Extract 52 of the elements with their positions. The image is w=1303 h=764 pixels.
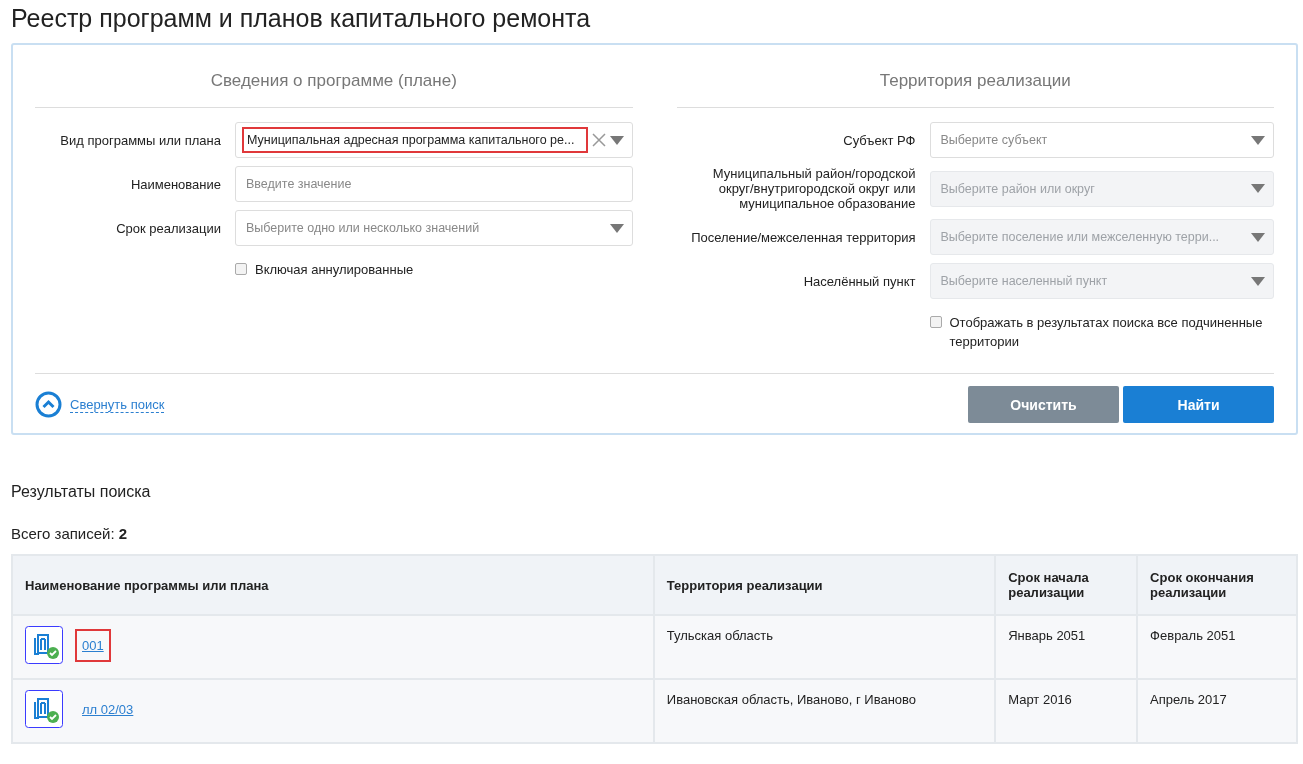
select-field[interactable]: Выберите субъект	[929, 122, 1274, 158]
table-cell: Тульская область	[653, 615, 996, 679]
field-label: Наименование	[129, 176, 221, 192]
clear-button[interactable]: Очистить	[968, 386, 1119, 423]
table-cell: Апрель 2017	[1137, 679, 1297, 743]
select-field[interactable]: Выберите одно или несколько значений	[235, 210, 633, 246]
field-label: Населённый пункт	[802, 273, 916, 289]
field-label: Вид программы или плана	[59, 132, 221, 148]
placeholder-text: Выберите район или округ	[940, 181, 1096, 196]
field-label: Субъект РФ	[842, 132, 916, 148]
total-records: Всего записей: 2	[11, 525, 129, 542]
program-link[interactable]: 001	[75, 628, 111, 662]
checkbox[interactable]	[235, 263, 247, 275]
table-cell: Март 2016	[995, 679, 1138, 743]
page-title: Реестр программ и планов капитального ремонта	[11, 4, 592, 33]
text-input[interactable]: Введите значение	[246, 177, 624, 191]
selected-value: Муниципальная адресная программа капитального ре...	[242, 127, 588, 153]
placeholder-text: Выберите населенный пункт	[940, 274, 1109, 288]
field-label: Муниципальный район/городской округ/внутригородской округ или муниципальное образование	[711, 166, 916, 211]
caret-icon	[1251, 184, 1265, 193]
table-cell: Февраль 2051	[1137, 615, 1297, 679]
column-header: Наименование программы или плана	[12, 555, 654, 615]
checkbox-label: Отображать в результатах поиска все подчиненные территории	[949, 314, 1264, 351]
select-field[interactable]: Муниципальная адресная программа капитального ре...	[235, 122, 633, 158]
program-link[interactable]: лл 02/03	[75, 692, 141, 726]
section-heading: Территория реализации	[676, 63, 1274, 108]
caret-icon	[1251, 232, 1265, 242]
placeholder-text: Выберите поселение или межселенную терри...	[940, 230, 1221, 244]
close-icon[interactable]	[591, 133, 606, 147]
document-check-icon	[25, 626, 63, 664]
caret-icon	[1251, 276, 1265, 286]
column-header: Срок начала реализации	[995, 555, 1138, 615]
search-button[interactable]: Найти	[1123, 386, 1274, 423]
placeholder-text: Выберите одно или несколько значений	[246, 221, 481, 235]
input-field[interactable]: Введите значение	[235, 166, 633, 202]
table-cell: Январь 2051	[995, 615, 1138, 679]
column-header: Срок окончания реализации	[1137, 555, 1297, 615]
collapse-search-link[interactable]: Свернуть поиск	[70, 396, 165, 413]
field-label: Поселение/межселенная территория	[690, 229, 916, 245]
placeholder-text: Выберите субъект	[940, 133, 1049, 147]
section-heading: Сведения о программе (плане)	[35, 63, 633, 108]
document-check-icon	[25, 690, 63, 728]
caret-icon	[609, 223, 624, 233]
field-label: Срок реализации	[115, 220, 221, 236]
checkbox[interactable]	[929, 316, 942, 328]
results-heading: Результаты поиска	[11, 483, 152, 501]
caret-icon	[1251, 135, 1265, 145]
column-header: Территория реализации	[653, 555, 996, 615]
checkbox-label: Включая аннулированные	[255, 261, 414, 279]
chevron-up-circle-icon[interactable]	[35, 391, 62, 418]
caret-icon	[609, 135, 624, 145]
table-cell: Ивановская область, Иваново, г Иваново	[653, 679, 996, 743]
